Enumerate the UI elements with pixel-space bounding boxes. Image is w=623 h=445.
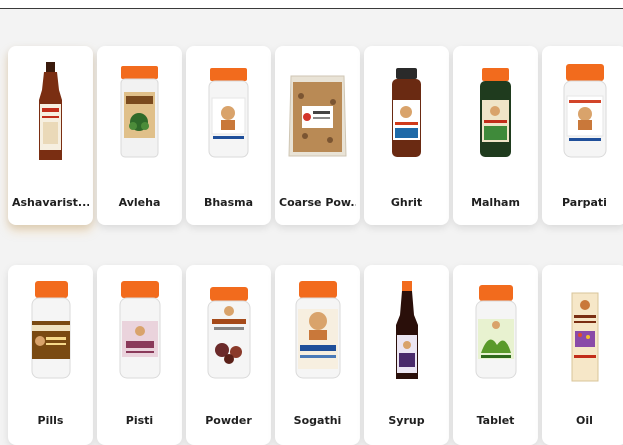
category-card-oil[interactable]: Oil	[542, 265, 623, 445]
category-label: Ashavarist...	[12, 196, 89, 209]
category-card-ghrit[interactable]: Ghrit	[364, 46, 449, 225]
jar-icon	[119, 281, 161, 379]
bottle-tall-icon	[396, 281, 418, 379]
category-card-tablet[interactable]: Tablet	[453, 265, 538, 445]
jar-icon	[31, 281, 71, 379]
jar-icon	[392, 68, 421, 157]
category-label: Tablet	[476, 414, 515, 427]
category-card-malham[interactable]: Malham	[453, 46, 538, 225]
category-label: Sogathi	[293, 414, 342, 427]
category-card-ashavarishta[interactable]: Ashavarist...	[8, 46, 93, 225]
pouch-icon	[288, 75, 347, 157]
category-card-avleha[interactable]: Avleha	[97, 46, 182, 225]
category-card-pisti[interactable]: Pisti	[97, 265, 182, 445]
category-row-2: Pills Pisti Powder Sogathi Syrup Tablet …	[8, 265, 623, 445]
category-label: Pills	[37, 414, 64, 427]
category-label: Pisti	[125, 414, 154, 427]
category-card-pills[interactable]: Pills	[8, 265, 93, 445]
category-card-coarse-powder[interactable]: Coarse Pow...	[275, 46, 360, 225]
jar-icon	[207, 287, 251, 379]
category-label: Avleha	[118, 196, 161, 209]
category-label: Bhasma	[203, 196, 254, 209]
category-label: Parpati	[562, 196, 607, 209]
category-label: Powder	[205, 414, 252, 427]
jar-icon	[295, 281, 341, 379]
jar-icon	[120, 66, 159, 158]
box-icon	[571, 292, 599, 382]
bottle-tall-icon	[39, 62, 62, 160]
category-label: Ghrit	[390, 196, 423, 209]
category-card-parpati[interactable]: Parpati	[542, 46, 623, 225]
category-row-1: Ashavarist... Avleha Bhasma Coarse Pow..…	[8, 46, 623, 225]
category-card-sogathi[interactable]: Sogathi	[275, 265, 360, 445]
jar-icon	[563, 64, 607, 158]
jar-icon	[480, 68, 511, 157]
category-card-powder[interactable]: Powder	[186, 265, 271, 445]
category-label: Coarse Pow...	[279, 196, 356, 209]
category-card-syrup[interactable]: Syrup	[364, 265, 449, 445]
top-bar	[0, 0, 623, 9]
jar-icon	[475, 285, 517, 379]
category-card-bhasma[interactable]: Bhasma	[186, 46, 271, 225]
category-label: Malham	[471, 196, 520, 209]
category-label: Syrup	[388, 414, 425, 427]
category-label: Oil	[576, 414, 593, 427]
jar-icon	[208, 68, 249, 158]
